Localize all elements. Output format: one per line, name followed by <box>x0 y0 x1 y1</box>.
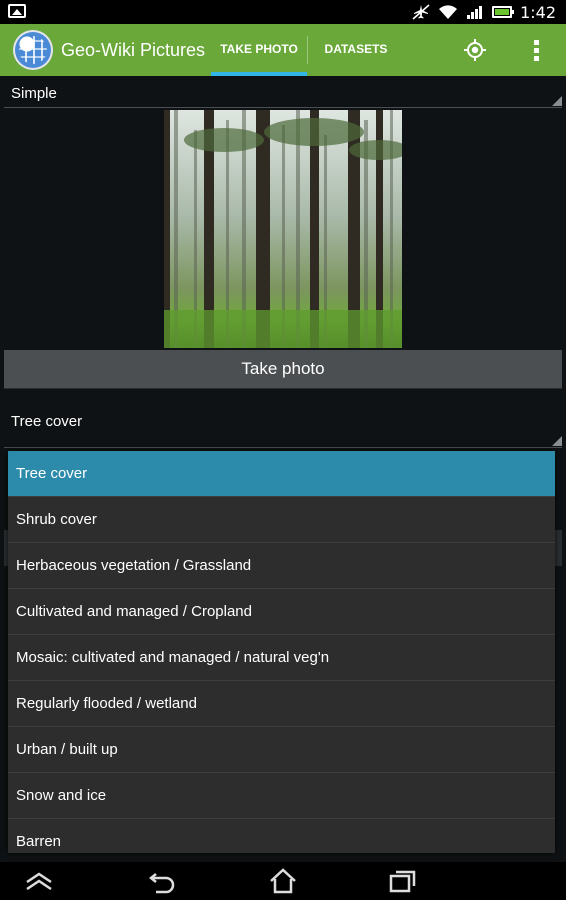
battery-icon <box>492 6 515 18</box>
mode-spinner-value: Simple <box>11 85 57 102</box>
spinner-arrow-icon <box>552 436 562 446</box>
dropdown-option-urban[interactable]: Urban / built up <box>8 727 555 773</box>
spinner-arrow-icon <box>552 96 562 106</box>
dropdown-option-mosaic[interactable]: Mosaic: cultivated and managed / natural… <box>8 635 555 681</box>
dropdown-option-cropland[interactable]: Cultivated and managed / Cropland <box>8 589 555 635</box>
signal-icon <box>467 6 483 19</box>
locate-icon[interactable] <box>463 38 487 62</box>
landcover-spinner[interactable]: Tree cover <box>4 405 562 448</box>
status-icons: 1:42 <box>412 0 556 24</box>
landcover-spinner-value: Tree cover <box>11 413 83 430</box>
forest-photo <box>164 110 402 348</box>
landcover-dropdown[interactable]: Tree cover Shrub cover Herbaceous vegeta… <box>8 451 555 853</box>
status-bar: 1:42 <box>0 0 566 24</box>
home-icon[interactable] <box>268 868 298 894</box>
geo-wiki-globe-logo[interactable] <box>13 30 53 70</box>
system-nav-bar <box>0 862 566 900</box>
clock: 1:42 <box>520 2 556 22</box>
tab-datasets[interactable]: DATASETS <box>308 24 404 76</box>
dropdown-option-wetland[interactable]: Regularly flooded / wetland <box>8 681 555 727</box>
tab-take-photo[interactable]: TAKE PHOTO <box>211 24 307 76</box>
overflow-menu-icon[interactable] <box>530 38 542 62</box>
dropdown-option-shrub-cover[interactable]: Shrub cover <box>8 497 555 543</box>
dropdown-option-grassland[interactable]: Herbaceous vegetation / Grassland <box>8 543 555 589</box>
dropdown-option-snow-ice[interactable]: Snow and ice <box>8 773 555 819</box>
image-notification-icon <box>8 4 26 18</box>
back-icon[interactable] <box>148 868 178 894</box>
action-bar: Geo-Wiki Pictures TAKE PHOTO DATASETS <box>0 24 566 76</box>
take-photo-button[interactable]: Take photo <box>4 350 562 389</box>
dropdown-option-tree-cover[interactable]: Tree cover <box>8 451 555 497</box>
recent-apps-icon[interactable] <box>388 868 418 894</box>
mode-spinner[interactable]: Simple <box>4 80 562 108</box>
hide-keyboard-icon[interactable] <box>24 868 54 894</box>
photo-preview <box>164 110 402 348</box>
wifi-icon <box>439 5 458 19</box>
airplane-mode-off-icon <box>412 4 430 20</box>
dropdown-option-barren[interactable]: Barren <box>8 819 555 853</box>
app-title: Geo-Wiki Pictures <box>61 40 206 60</box>
